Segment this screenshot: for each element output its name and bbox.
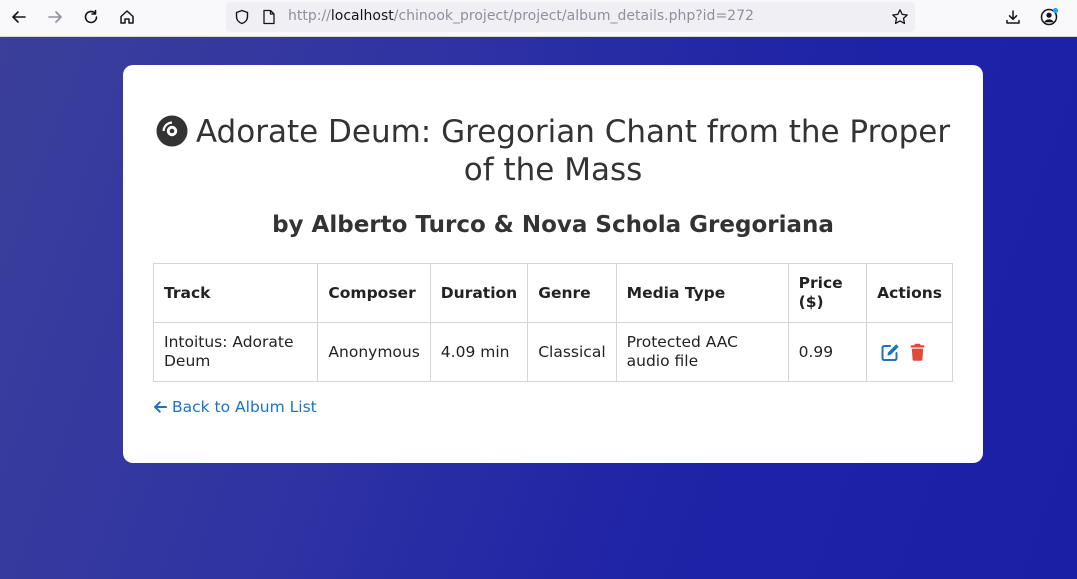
url-prefix: http:// — [288, 8, 331, 24]
download-icon — [1006, 10, 1020, 24]
header-genre: Genre — [527, 263, 617, 323]
table-header-row: Track Composer Duration Genre Media Type… — [152, 263, 953, 323]
back-arrow-icon — [12, 11, 26, 23]
header-media-type: Media Type — [615, 263, 789, 323]
trash-icon — [910, 343, 925, 361]
address-bar[interactable]: http://localhost/chinook_project/project… — [226, 2, 915, 32]
forward-arrow-icon — [48, 11, 62, 23]
compact-disc-icon — [156, 115, 188, 147]
browser-toolbar: http://localhost/chinook_project/project… — [0, 0, 1077, 37]
back-button[interactable] — [4, 4, 34, 30]
bookmark-star-icon[interactable] — [891, 8, 909, 26]
back-link-label: Back to Album List — [172, 398, 317, 416]
back-to-album-list-link[interactable]: Back to Album List — [153, 398, 317, 416]
cell-actions — [866, 322, 953, 382]
url-host: localhost — [330, 8, 394, 24]
header-duration: Duration — [429, 263, 529, 323]
account-button[interactable] — [1034, 4, 1064, 30]
header-composer: Composer — [317, 263, 431, 323]
cell-media-type: Protected AAC audio file — [615, 322, 789, 382]
edit-icon — [881, 344, 899, 361]
tracks-table: Track Composer Duration Genre Media Type… — [152, 263, 953, 382]
page-viewport: Adorate Deum: Gregorian Chant from the P… — [0, 37, 1077, 579]
cell-duration: 4.09 min — [429, 322, 529, 382]
cell-composer: Anonymous — [317, 322, 431, 382]
album-title-text: Adorate Deum: Gregorian Chant from the P… — [195, 114, 951, 188]
arrow-left-icon — [154, 401, 167, 413]
url-text[interactable]: http://localhost/chinook_project/project… — [288, 8, 754, 24]
album-title: Adorate Deum: Gregorian Chant from the P… — [153, 113, 953, 189]
downloads-button[interactable] — [998, 4, 1028, 30]
artist-line: by Alberto Turco & Nova Schola Gregorian… — [272, 212, 834, 238]
home-icon — [120, 10, 134, 24]
page-icon[interactable] — [262, 9, 276, 25]
reload-icon — [84, 9, 98, 24]
header-actions: Actions — [866, 263, 953, 323]
cell-track: Intoitus: Adorate Deum — [152, 322, 319, 382]
row-actions — [877, 343, 942, 361]
header-price: Price ($) — [787, 263, 868, 323]
table-row: Intoitus: Adorate Deum Anonymous 4.09 mi… — [152, 322, 953, 382]
home-button[interactable] — [112, 4, 142, 30]
delete-button[interactable] — [910, 343, 925, 361]
header-track: Track — [152, 263, 319, 323]
cell-genre: Classical — [527, 322, 617, 382]
reload-button[interactable] — [76, 4, 106, 30]
edit-button[interactable] — [881, 343, 900, 361]
shield-icon[interactable] — [234, 9, 250, 25]
url-path: /chinook_project/project/album_details.p… — [393, 8, 754, 24]
forward-button[interactable] — [40, 4, 70, 30]
album-card: Adorate Deum: Gregorian Chant from the P… — [123, 65, 983, 463]
cell-price: 0.99 — [787, 322, 868, 382]
account-icon — [1040, 7, 1059, 26]
